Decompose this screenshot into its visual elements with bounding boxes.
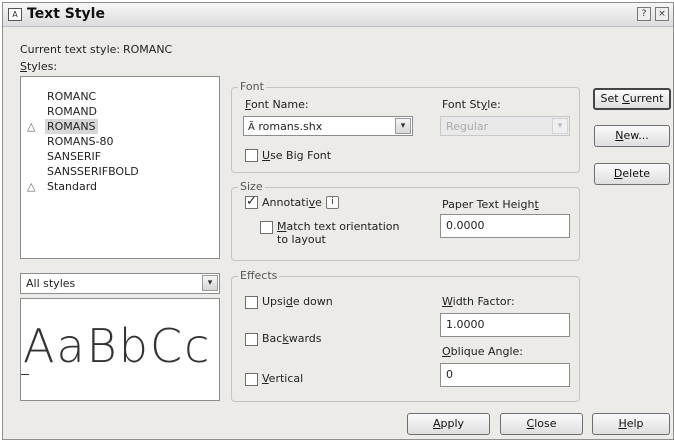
paper-height-value: 0.0000 — [446, 219, 485, 232]
oblique-angle-value: 0 — [446, 368, 453, 381]
backwards-checkbox[interactable] — [245, 333, 258, 346]
match-orientation-label-line2: to layout — [277, 233, 326, 246]
preview-text: AaBbCc — [23, 319, 212, 373]
preview-baseline — [21, 374, 29, 375]
font-style-label: Font Style: — [442, 98, 501, 111]
styles-label: Styles: — [20, 60, 58, 73]
styles-filter-dropdown[interactable]: All styles ▾ — [20, 273, 220, 294]
annotative-label: Annotative — [262, 196, 322, 209]
vertical-checkbox[interactable] — [245, 373, 258, 386]
backwards-label: Backwards — [262, 332, 322, 345]
apply-button[interactable]: Apply — [407, 413, 490, 435]
annotative-icon: △ — [27, 120, 36, 133]
dialog-title: Text Style — [27, 6, 105, 22]
font-style-dropdown[interactable]: Regular ▾ — [440, 116, 570, 136]
styles-listbox[interactable]: ROMANC ROMAND △ ROMANS ROMANS-80 SANSERIF SANS… — [20, 76, 220, 259]
help-button[interactable]: Help — [592, 413, 670, 435]
upside-down-label: Upside down — [262, 295, 333, 308]
oblique-angle-input[interactable]: 0 — [440, 363, 570, 387]
upside-down-checkbox[interactable] — [245, 296, 258, 309]
font-legend: Font — [238, 80, 266, 93]
width-factor-input[interactable]: 1.0000 — [440, 313, 570, 337]
annotative-checkbox[interactable] — [245, 194, 258, 209]
annotative-icon: △ — [27, 180, 36, 193]
paper-height-input[interactable]: 0.0000 — [440, 214, 570, 238]
text-style-app-icon: A — [8, 8, 22, 21]
font-style-value: Regular — [446, 120, 489, 133]
style-list-item-label: Standard — [47, 180, 98, 193]
chevron-down-icon[interactable]: ▾ — [552, 118, 568, 134]
styles-filter-value: All styles — [26, 277, 76, 290]
font-name-label: Font Name: — [245, 98, 309, 111]
font-name-value: romans.shx — [258, 120, 323, 133]
help-title-button[interactable]: ? — [637, 7, 651, 21]
style-list-item-label: ROMANS-80 — [47, 135, 114, 148]
delete-button[interactable]: Delete — [594, 163, 670, 185]
close-title-button[interactable]: × — [655, 7, 669, 21]
new-button[interactable]: New... — [594, 125, 670, 147]
title-bar[interactable]: A Text Style ? × — [3, 3, 673, 27]
match-orientation-checkbox[interactable] — [260, 221, 273, 234]
current-style-label: Current text style: — [20, 43, 121, 56]
use-big-font-label: Use Big Font — [262, 149, 332, 162]
close-button[interactable]: Close — [500, 413, 583, 435]
font-name-dropdown[interactable]: Ã romans.shx ▾ — [243, 116, 413, 136]
style-preview: AaBbCc — [20, 298, 220, 401]
chevron-down-icon[interactable]: ▾ — [395, 118, 411, 134]
style-list-item-label: SANSSERIFBOLD — [47, 165, 139, 178]
width-factor-value: 1.0000 — [446, 318, 485, 331]
paper-height-label: Paper Text Height — [442, 198, 539, 211]
width-factor-label: Width Factor: — [442, 295, 515, 308]
font-name-value-wrap: Ã romans.shx — [248, 120, 322, 133]
text-style-dialog: A Text Style ? × Current text style: ROM… — [2, 2, 674, 440]
info-icon[interactable]: i — [326, 196, 339, 209]
effects-legend: Effects — [238, 269, 280, 282]
style-list-item-label: ROMANC — [47, 90, 97, 103]
size-legend: Size — [238, 180, 265, 193]
style-list-item-label: ROMANS — [45, 119, 98, 134]
current-style-value: ROMANC — [123, 43, 173, 56]
shx-font-icon: Ã — [248, 122, 255, 133]
use-big-font-checkbox[interactable] — [245, 149, 258, 162]
oblique-angle-label: Oblique Angle: — [442, 345, 523, 358]
style-list-item-label: SANSERIF — [47, 150, 102, 163]
set-current-button[interactable]: Set Current — [593, 88, 671, 110]
match-orientation-label-line1: Match text orientation — [277, 220, 400, 233]
vertical-label: Vertical — [262, 372, 304, 385]
style-list-item-label: ROMAND — [47, 105, 98, 118]
chevron-down-icon[interactable]: ▾ — [202, 275, 218, 291]
